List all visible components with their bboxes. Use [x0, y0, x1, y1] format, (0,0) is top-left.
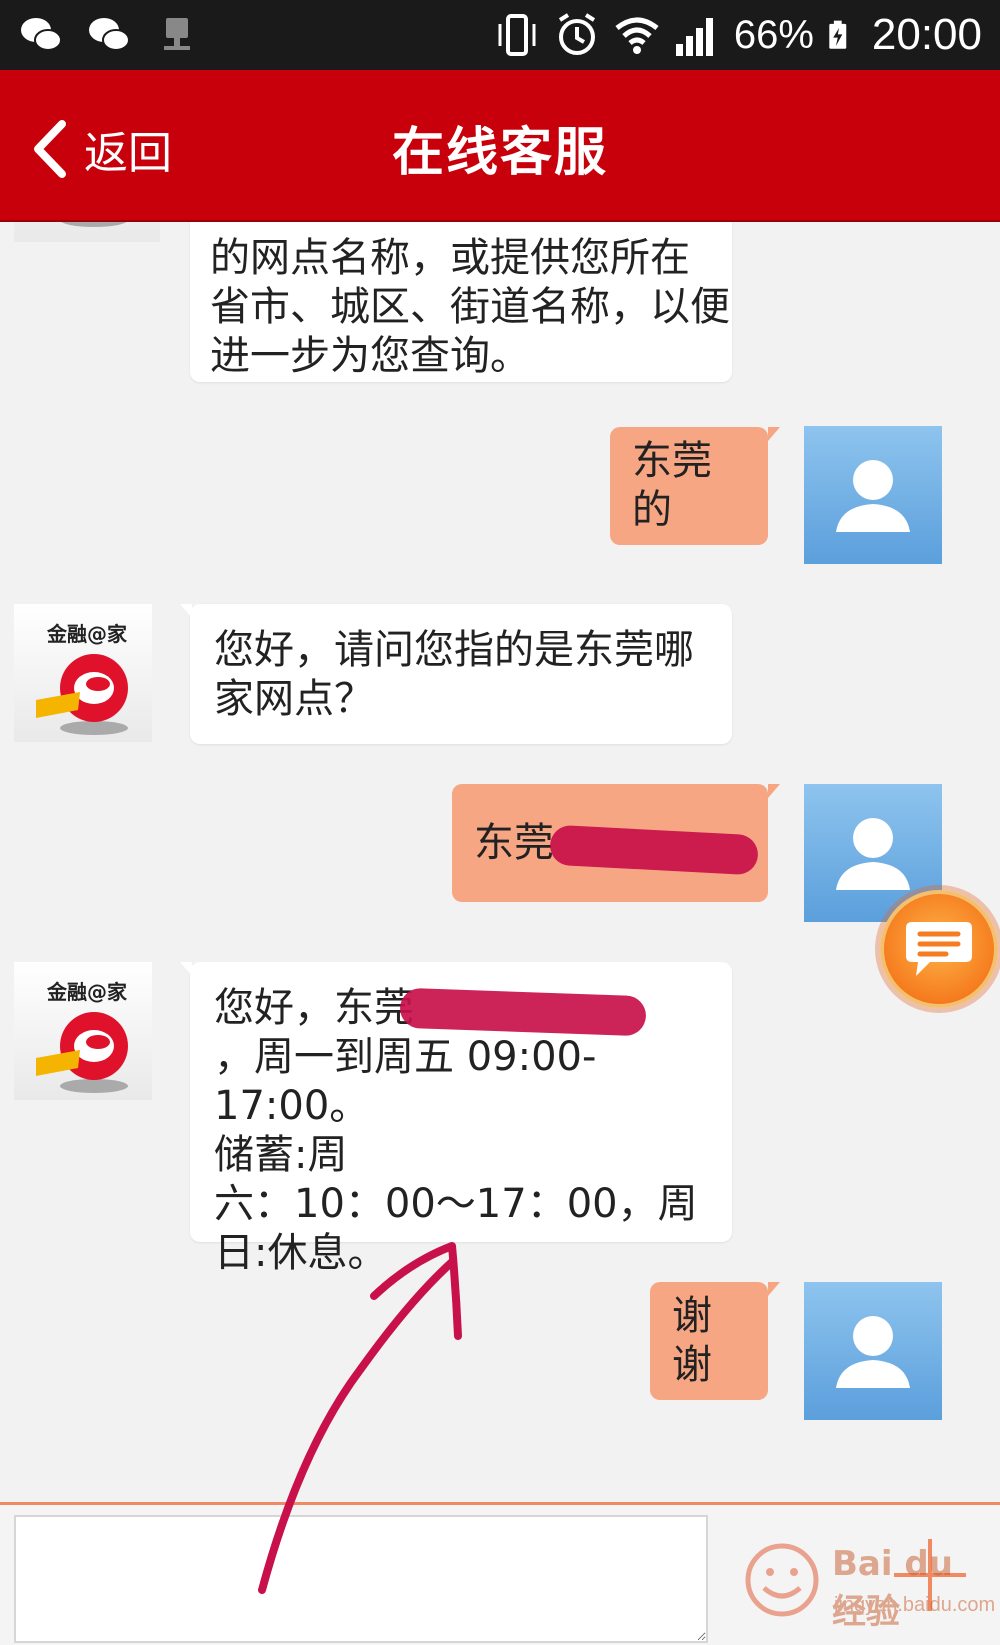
- message-text: 东莞的: [632, 438, 712, 533]
- watermark: Bai du 经验 jingyan.baidu.com: [742, 1534, 996, 1634]
- user-avatar: [804, 426, 942, 564]
- message-text: 您好，请问您指的是东莞哪 家网点？: [214, 627, 694, 722]
- person-icon: [836, 1316, 910, 1388]
- vibrate-icon: [498, 14, 536, 56]
- user-avatar: [804, 1282, 942, 1420]
- watermark-text: Bai du 经验: [832, 1544, 953, 1632]
- status-bar: 66% 20:00: [0, 0, 1000, 70]
- battery-charging-icon: [829, 20, 847, 49]
- message-text: 东莞: [474, 819, 554, 866]
- page-title: 在线客服: [391, 123, 608, 183]
- bank-logo-icon: [36, 1012, 128, 1093]
- message-text: 谢谢: [672, 1293, 712, 1388]
- redaction-scribble: [399, 987, 647, 1037]
- person-icon: [836, 460, 910, 532]
- battery-percent: 66%: [733, 12, 814, 57]
- message-input[interactable]: [14, 1515, 708, 1643]
- clock: 20:00: [871, 10, 982, 59]
- chat-area[interactable]: 金融@家 的网点名称，或提供您所在 省市、城区、街道名称，以便 进一步为您查询。…: [0, 222, 1000, 1502]
- wifi-icon: [615, 17, 659, 54]
- app-header: 返回 在线客服: [0, 70, 1000, 222]
- agent-avatar: 金融@家: [14, 962, 152, 1100]
- bank-logo-icon: [36, 654, 128, 735]
- network-icon: [164, 18, 190, 50]
- user-message-bubble: 谢谢: [650, 1282, 780, 1400]
- agent-avatar: 金融@家: [14, 222, 160, 242]
- watermark-url: jingyan.baidu.com: [834, 1594, 996, 1616]
- agent-message-bubble: 您好，请问您指的是东莞哪 家网点？: [180, 604, 732, 744]
- bank-logo-icon: [61, 222, 127, 227]
- chat-bubble-icon: [906, 922, 972, 976]
- user-message-bubble: 东莞的: [610, 427, 780, 545]
- agent-message-bubble: 的网点名称，或提供您所在 省市、城区、街道名称，以便 进一步为您查询。: [190, 222, 732, 382]
- message-text: 的网点名称，或提供您所在 省市、城区、街道名称，以便 进一步为您查询。: [210, 235, 730, 379]
- floating-chat-button[interactable]: [880, 890, 998, 1008]
- alarm-icon: [558, 13, 595, 55]
- wechat-icon: [89, 18, 130, 51]
- signal-icon: [675, 18, 713, 56]
- wechat-icon: [21, 18, 62, 51]
- smiley-logo-icon: [745, 1543, 819, 1617]
- person-icon: [836, 818, 910, 890]
- agent-avatar: 金融@家: [14, 604, 152, 742]
